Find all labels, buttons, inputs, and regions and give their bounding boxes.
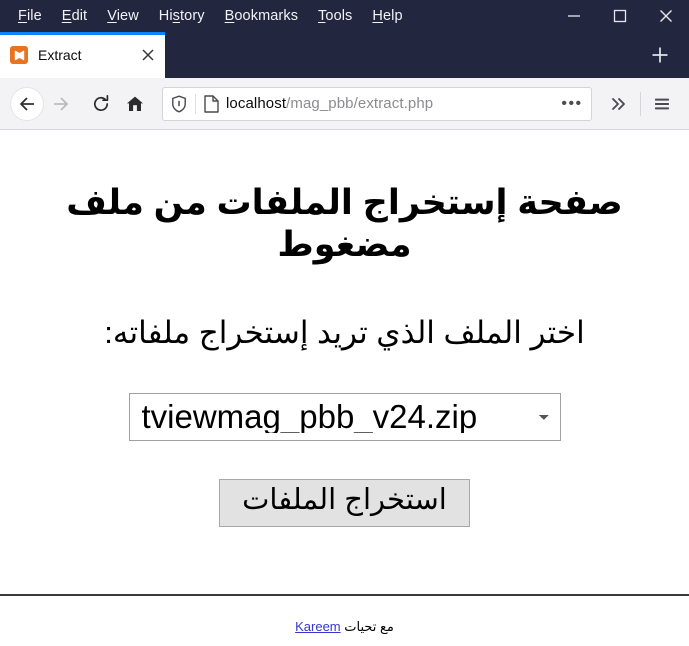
menu-help[interactable]: Help bbox=[362, 0, 412, 32]
menu-bar: File Edit View History Bookmarks Tools H… bbox=[0, 0, 413, 32]
tab-title: Extract bbox=[38, 47, 82, 63]
close-icon bbox=[142, 49, 154, 61]
forward-button[interactable] bbox=[44, 87, 78, 121]
menu-bookmarks[interactable]: Bookmarks bbox=[215, 0, 308, 32]
minimize-icon bbox=[568, 15, 580, 17]
reload-button[interactable] bbox=[84, 87, 118, 121]
menu-edit[interactable]: Edit bbox=[52, 0, 97, 32]
arrow-left-icon bbox=[20, 97, 34, 110]
footer: مع تحيات Kareem bbox=[0, 618, 689, 636]
shield-icon[interactable] bbox=[163, 88, 195, 120]
home-button[interactable] bbox=[118, 87, 152, 121]
footer-divider bbox=[0, 594, 689, 596]
url-bar[interactable]: localhost/mag_pbb/extract.php ••• bbox=[162, 86, 592, 121]
window-controls bbox=[551, 0, 689, 32]
home-icon bbox=[127, 96, 143, 111]
url-host: localhost bbox=[226, 95, 287, 112]
footer-prefix: مع تحيات bbox=[340, 618, 394, 634]
hamburger-menu-icon bbox=[655, 98, 669, 109]
page-actions-button[interactable]: ••• bbox=[559, 95, 585, 113]
tab-close-button[interactable] bbox=[137, 44, 159, 66]
file-select-row: tviewmag_pbb_v24.zip bbox=[0, 351, 689, 442]
navigation-toolbar: localhost/mag_pbb/extract.php ••• bbox=[0, 78, 689, 130]
app-menu-button[interactable] bbox=[645, 87, 679, 121]
maximize-icon bbox=[613, 9, 627, 23]
maximize-button[interactable] bbox=[597, 0, 643, 32]
browser-window: File Edit View History Bookmarks Tools H… bbox=[0, 0, 689, 646]
menu-file[interactable]: File bbox=[8, 0, 52, 32]
back-button[interactable] bbox=[10, 86, 44, 121]
new-tab-button[interactable] bbox=[645, 40, 675, 70]
menu-tools[interactable]: Tools bbox=[308, 0, 362, 32]
page-document-icon bbox=[196, 88, 226, 120]
page-content: صفحة إستخراج الملفات من ملف مضغوط اختر ا… bbox=[0, 130, 689, 646]
tab-extract[interactable]: Extract bbox=[0, 32, 165, 78]
extract-button-row: استخراج الملفات bbox=[0, 441, 689, 527]
page-subtitle: اختر الملف الذي تريد إستخراج ملفاته: bbox=[104, 315, 585, 350]
page-title: صفحة إستخراج الملفات من ملف مضغوط bbox=[66, 183, 623, 264]
titlebar: File Edit View History Bookmarks Tools H… bbox=[0, 0, 689, 32]
url-text[interactable]: localhost/mag_pbb/extract.php bbox=[226, 95, 559, 112]
plus-icon bbox=[652, 47, 668, 63]
ellipsis-icon: ••• bbox=[561, 94, 583, 112]
close-button[interactable] bbox=[643, 0, 689, 32]
arrow-right-icon bbox=[54, 97, 68, 110]
tab-strip: Extract bbox=[0, 32, 689, 78]
url-path: /mag_pbb/extract.php bbox=[286, 95, 434, 112]
minimize-button[interactable] bbox=[551, 0, 597, 32]
close-icon bbox=[660, 10, 672, 22]
chevron-double-right-icon bbox=[612, 97, 625, 110]
toolbar-divider bbox=[640, 91, 641, 116]
xampp-favicon-icon bbox=[10, 46, 28, 64]
menu-view[interactable]: View bbox=[97, 0, 149, 32]
overflow-button[interactable] bbox=[602, 87, 636, 121]
reload-icon bbox=[93, 94, 109, 111]
menu-history[interactable]: History bbox=[149, 0, 215, 32]
file-select[interactable]: tviewmag_pbb_v24.zip bbox=[128, 393, 561, 442]
footer-author-link[interactable]: Kareem bbox=[295, 619, 341, 634]
extract-files-button[interactable]: استخراج الملفات bbox=[219, 479, 470, 527]
